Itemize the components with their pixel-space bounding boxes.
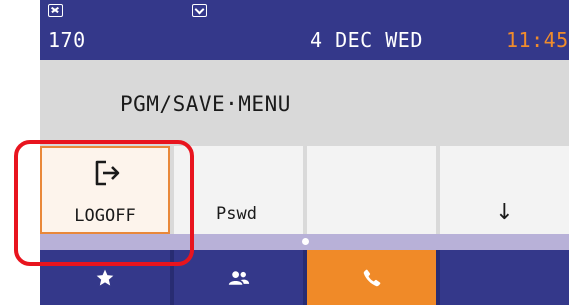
phone-icon bbox=[363, 269, 380, 286]
phone-button[interactable] bbox=[307, 250, 436, 305]
password-label: Pswd bbox=[216, 204, 257, 224]
highlight-annotation bbox=[14, 140, 194, 266]
page-indicator-dot bbox=[302, 238, 309, 245]
empty-nav-button[interactable] bbox=[440, 250, 569, 305]
menu-title: PGM/SAVE·MENU bbox=[120, 92, 291, 116]
status-bar: 170 4 DEC WED 11:45 bbox=[40, 0, 569, 60]
mail-icon bbox=[192, 4, 207, 17]
contacts-icon bbox=[228, 270, 249, 285]
star-icon bbox=[96, 269, 114, 285]
empty-softkey[interactable] bbox=[307, 146, 436, 234]
title-area: PGM/SAVE·MENU bbox=[40, 60, 569, 146]
scroll-down-softkey[interactable]: ↓ bbox=[440, 146, 569, 234]
extension-icon bbox=[48, 4, 63, 17]
date-display: 4 DEC WED bbox=[310, 28, 423, 52]
extension-number: 170 bbox=[48, 28, 86, 52]
contacts-button[interactable] bbox=[174, 250, 303, 305]
time-display: 11:45 bbox=[506, 28, 569, 52]
arrow-down-icon: ↓ bbox=[495, 200, 514, 225]
